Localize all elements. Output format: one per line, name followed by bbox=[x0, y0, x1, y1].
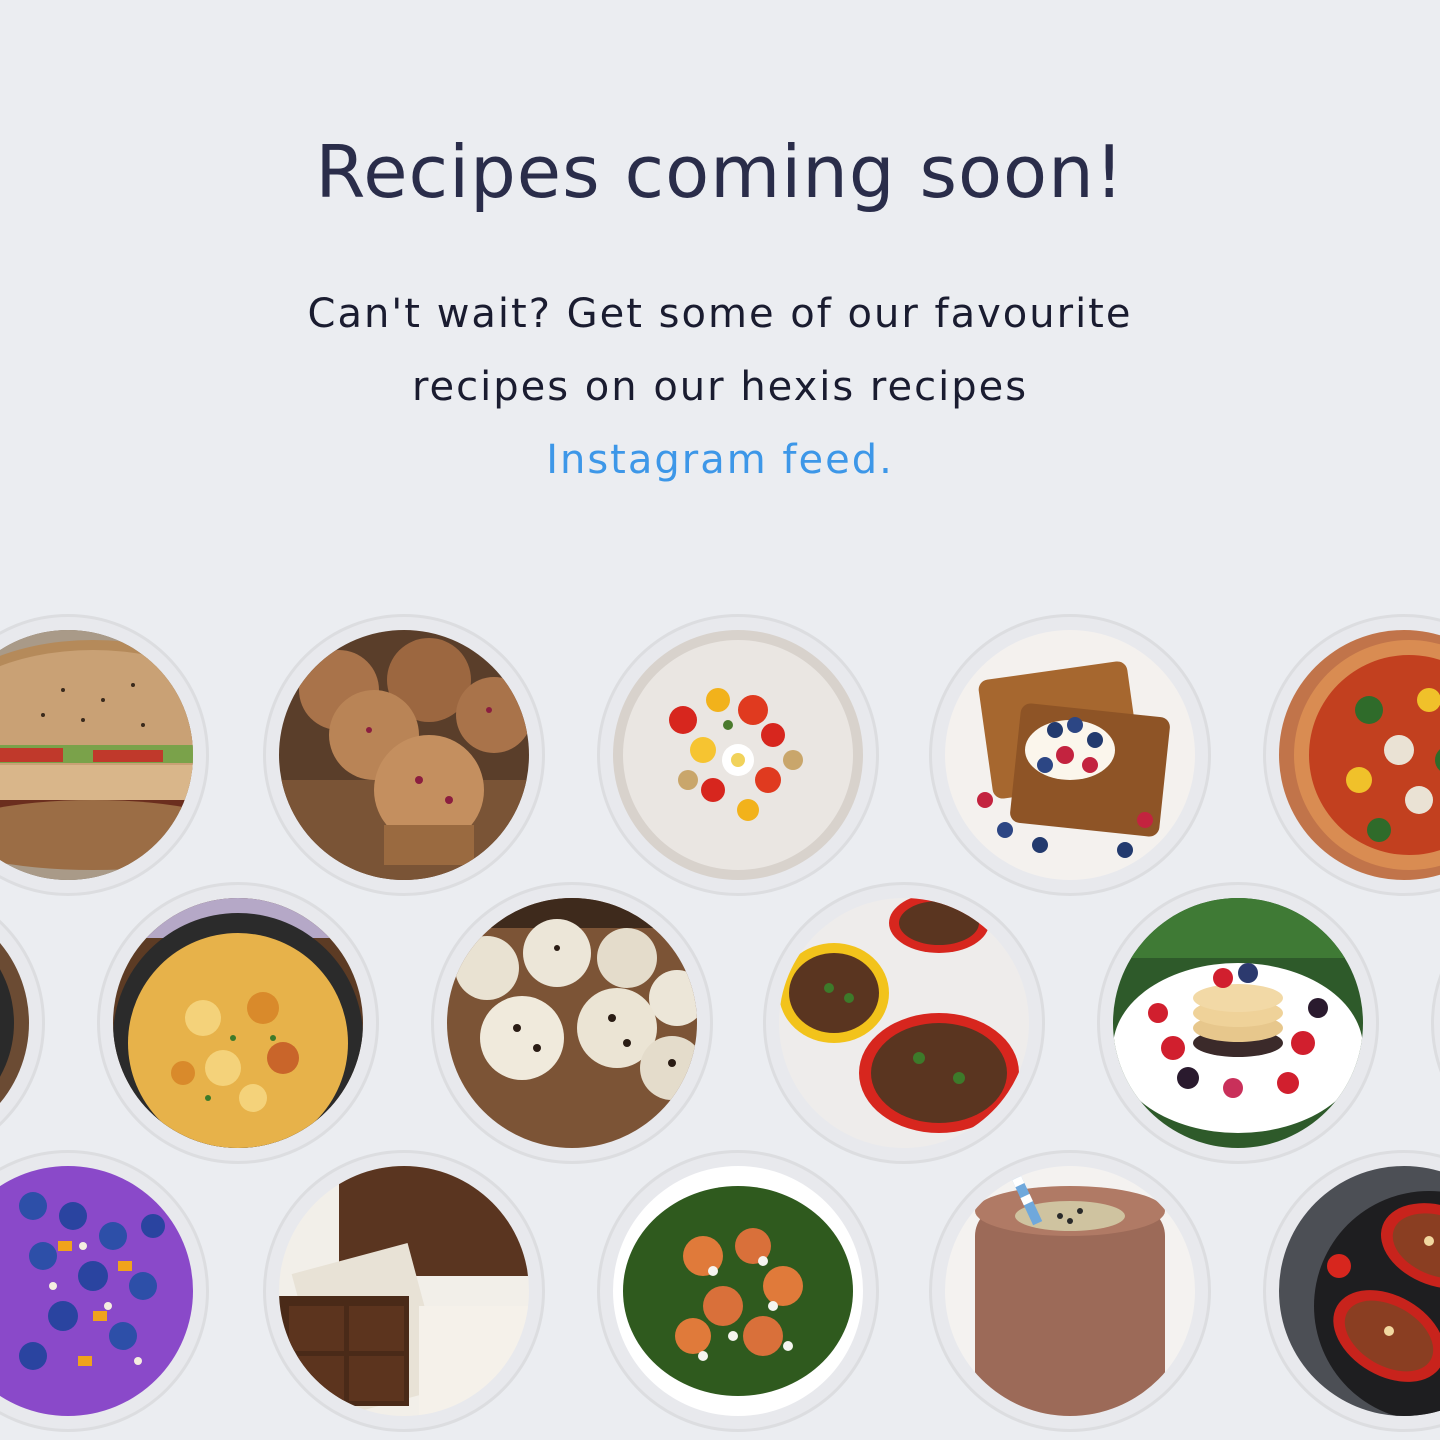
recipe-tile-brownies[interactable] bbox=[263, 1150, 545, 1432]
smoothie-photo bbox=[945, 1166, 1195, 1416]
recipe-tile-stuffed-peppers[interactable] bbox=[763, 882, 1045, 1164]
recipe-tile-partial-left[interactable] bbox=[0, 882, 45, 1164]
energy-balls-photo bbox=[447, 898, 697, 1148]
instagram-feed-link[interactable]: Instagram feed. bbox=[546, 437, 894, 483]
page-title: Recipes coming soon! bbox=[315, 130, 1125, 214]
page: Recipes coming soon! Can't wait? Get som… bbox=[0, 0, 1440, 1440]
recipe-tile-muffins[interactable] bbox=[263, 614, 545, 896]
recipe-tile-egg-bake[interactable] bbox=[97, 882, 379, 1164]
salad-photo bbox=[613, 1166, 863, 1416]
pizza-photo bbox=[1279, 630, 1440, 880]
food-photo bbox=[0, 898, 29, 1148]
recipe-tile-burger[interactable] bbox=[0, 614, 209, 896]
skillet-photo bbox=[113, 898, 363, 1148]
salad-photo bbox=[613, 630, 863, 880]
recipe-tile-chicken-salad[interactable] bbox=[597, 1150, 879, 1432]
intro-text: Can't wait? Get some of our favourite re… bbox=[240, 278, 1200, 497]
pancakes-photo bbox=[1113, 898, 1363, 1148]
recipe-tile-partial-right[interactable] bbox=[1431, 882, 1440, 1164]
recipe-tile-chocolate-smoothie[interactable] bbox=[929, 1150, 1211, 1432]
brownies-photo bbox=[279, 1166, 529, 1416]
stuffed-peppers-photo bbox=[779, 898, 1029, 1148]
smoothie-bowl-photo bbox=[0, 1166, 193, 1416]
recipe-tile-smoothie-bowl[interactable] bbox=[0, 1150, 209, 1432]
intro-line-1: Can't wait? Get some of our favourite bbox=[307, 291, 1133, 337]
intro-line-2: recipes on our hexis recipes bbox=[411, 364, 1029, 410]
skillet-photo bbox=[1279, 1166, 1440, 1416]
recipe-tile-pizza[interactable] bbox=[1263, 614, 1440, 896]
recipe-tile-tomato-salad[interactable] bbox=[597, 614, 879, 896]
recipe-tile-pancake-stack[interactable] bbox=[1097, 882, 1379, 1164]
burger-photo bbox=[0, 630, 193, 880]
recipe-tile-energy-balls[interactable] bbox=[431, 882, 713, 1164]
recipe-tile-french-toast[interactable] bbox=[929, 614, 1211, 896]
recipe-tile-skillet-peppers[interactable] bbox=[1263, 1150, 1440, 1432]
muffins-photo bbox=[279, 630, 529, 880]
french-toast-photo bbox=[945, 630, 1195, 880]
